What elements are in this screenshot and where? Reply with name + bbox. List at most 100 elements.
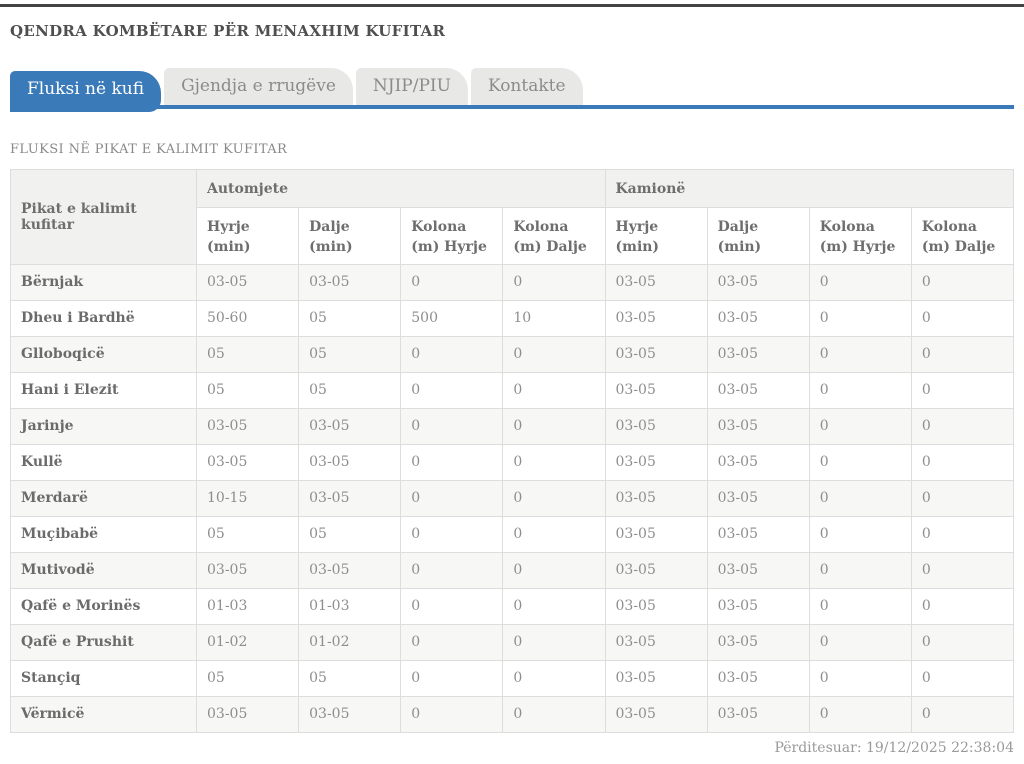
cell-value: 03-05 bbox=[195, 695, 300, 733]
cell-value: 0 bbox=[910, 443, 1015, 481]
cell-value: 0 bbox=[502, 407, 606, 445]
cell-value: 0 bbox=[502, 551, 606, 589]
cell-value: 0 bbox=[502, 695, 606, 733]
cell-value: 0 bbox=[910, 299, 1015, 337]
table-row: Dheu i Bardhë 50-60 05 500 10 03-05 03-05 0 0 bbox=[10, 299, 1015, 337]
cell-value: 05 bbox=[195, 335, 300, 373]
cell-value: 03-05 bbox=[195, 263, 300, 301]
table-body: Bërnjak 03-05 03-05 0 0 03-05 03-05 0 0 Dheu i Ba… bbox=[10, 263, 1015, 733]
column-header-kamione-hyrje: Hyrje (min) bbox=[604, 207, 708, 265]
table-row: Glloboqicë 05 05 0 0 03-05 03-05 0 0 bbox=[10, 335, 1015, 373]
table-row: Stançiq 05 05 0 0 03-05 03-05 0 0 bbox=[10, 659, 1015, 697]
cell-value: 03-05 bbox=[298, 263, 402, 301]
column-header-automjete-hyrje: Hyrje (min) bbox=[195, 207, 300, 265]
cell-value: 0 bbox=[910, 515, 1015, 553]
cell-value: 03-05 bbox=[706, 695, 810, 733]
cell-value: 05 bbox=[298, 371, 402, 409]
cell-value: 0 bbox=[910, 659, 1015, 697]
cell-value: 0 bbox=[400, 335, 504, 373]
cell-value: 0 bbox=[400, 443, 504, 481]
cell-value: 0 bbox=[400, 263, 504, 301]
cell-value: 0 bbox=[808, 263, 912, 301]
table-row: Merdarë 10-15 03-05 0 0 03-05 03-05 0 0 bbox=[10, 479, 1015, 517]
cell-value: 03-05 bbox=[604, 587, 708, 625]
cell-value: 03-05 bbox=[604, 695, 708, 733]
table-row: Hani i Elezit 05 05 0 0 03-05 03-05 0 0 bbox=[10, 371, 1015, 409]
cell-value: 01-03 bbox=[298, 587, 402, 625]
cell-value: 03-05 bbox=[298, 479, 402, 517]
cell-value: 03-05 bbox=[298, 407, 402, 445]
cell-value: 0 bbox=[502, 263, 606, 301]
cell-value: 0 bbox=[910, 695, 1015, 733]
tab-fluksi-ne-kufi[interactable]: Fluksi në kufi bbox=[10, 71, 162, 112]
border-point-name: Hani i Elezit bbox=[10, 371, 197, 409]
cell-value: 0 bbox=[808, 515, 912, 553]
cell-value: 10-15 bbox=[195, 479, 300, 517]
tab-kontakte[interactable]: Kontakte bbox=[470, 68, 583, 105]
border-point-name: Merdarë bbox=[10, 479, 197, 517]
border-point-name: Stançiq bbox=[10, 659, 197, 697]
table-row: Qafë e Morinës 01-03 01-03 0 0 03-05 03-05 0 0 bbox=[10, 587, 1015, 625]
table-row: Jarinje 03-05 03-05 0 0 03-05 03-05 0 0 bbox=[10, 407, 1015, 445]
cell-value: 03-05 bbox=[706, 335, 810, 373]
cell-value: 05 bbox=[298, 659, 402, 697]
cell-value: 03-05 bbox=[604, 371, 708, 409]
cell-value: 05 bbox=[298, 515, 402, 553]
border-point-name: Dheu i Bardhë bbox=[10, 299, 197, 337]
cell-value: 0 bbox=[502, 623, 606, 661]
cell-value: 03-05 bbox=[604, 299, 708, 337]
border-point-name: Bërnjak bbox=[10, 263, 197, 301]
cell-value: 01-02 bbox=[298, 623, 402, 661]
cell-value: 0 bbox=[910, 479, 1015, 517]
border-point-name: Jarinje bbox=[10, 407, 197, 445]
cell-value: 03-05 bbox=[298, 443, 402, 481]
tab-gjendja-e-rrugeve[interactable]: Gjendja e rrugëve bbox=[164, 68, 353, 105]
cell-value: 03-05 bbox=[604, 623, 708, 661]
table-row: Vërmicë 03-05 03-05 0 0 03-05 03-05 0 0 bbox=[10, 695, 1015, 733]
cell-value: 0 bbox=[502, 335, 606, 373]
border-point-name: Kullë bbox=[10, 443, 197, 481]
column-header-border-points: Pikat e kalimit kufitar bbox=[10, 169, 197, 265]
cell-value: 03-05 bbox=[706, 623, 810, 661]
column-group-kamione: Kamionë bbox=[604, 169, 1014, 208]
cell-value: 0 bbox=[400, 371, 504, 409]
cell-value: 03-05 bbox=[706, 587, 810, 625]
cell-value: 03-05 bbox=[706, 659, 810, 697]
cell-value: 0 bbox=[808, 695, 912, 733]
cell-value: 03-05 bbox=[298, 695, 402, 733]
cell-value: 03-05 bbox=[604, 659, 708, 697]
table-row: Kullë 03-05 03-05 0 0 03-05 03-05 0 0 bbox=[10, 443, 1015, 481]
last-updated: Përditesuar: 19/12/2025 22:38:04 bbox=[774, 739, 1014, 756]
cell-value: 05 bbox=[195, 371, 300, 409]
column-header-automjete-kolona-dalje: Kolona (m) Dalje bbox=[502, 207, 606, 265]
cell-value: 03-05 bbox=[604, 551, 708, 589]
cell-value: 0 bbox=[808, 479, 912, 517]
cell-value: 03-05 bbox=[195, 407, 300, 445]
cell-value: 03-05 bbox=[706, 515, 810, 553]
cell-value: 03-05 bbox=[195, 443, 300, 481]
table-row: Mutivodë 03-05 03-05 0 0 03-05 03-05 0 0 bbox=[10, 551, 1015, 589]
border-point-name: Qafë e Prushit bbox=[10, 623, 197, 661]
cell-value: 0 bbox=[502, 479, 606, 517]
cell-value: 01-02 bbox=[195, 623, 300, 661]
cell-value: 05 bbox=[298, 299, 402, 337]
border-point-name: Qafë e Morinës bbox=[10, 587, 197, 625]
cell-value: 0 bbox=[400, 479, 504, 517]
cell-value: 0 bbox=[400, 551, 504, 589]
cell-value: 0 bbox=[910, 551, 1015, 589]
cell-value: 0 bbox=[808, 407, 912, 445]
tab-bar: Fluksi në kufi Gjendja e rrugëve NJIP/PI… bbox=[10, 68, 1014, 112]
column-header-kamione-kolona-hyrje: Kolona (m) Hyrje bbox=[808, 207, 912, 265]
tab-njip-piu[interactable]: NJIP/PIU bbox=[355, 68, 468, 105]
cell-value: 03-05 bbox=[604, 335, 708, 373]
cell-value: 03-05 bbox=[604, 407, 708, 445]
cell-value: 0 bbox=[400, 407, 504, 445]
cell-value: 0 bbox=[910, 623, 1015, 661]
cell-value: 0 bbox=[910, 587, 1015, 625]
border-point-name: Glloboqicë bbox=[10, 335, 197, 373]
cell-value: 01-03 bbox=[195, 587, 300, 625]
cell-value: 0 bbox=[808, 335, 912, 373]
cell-value: 03-05 bbox=[604, 443, 708, 481]
table-row: Bërnjak 03-05 03-05 0 0 03-05 03-05 0 0 bbox=[10, 263, 1015, 301]
cell-value: 0 bbox=[400, 515, 504, 553]
